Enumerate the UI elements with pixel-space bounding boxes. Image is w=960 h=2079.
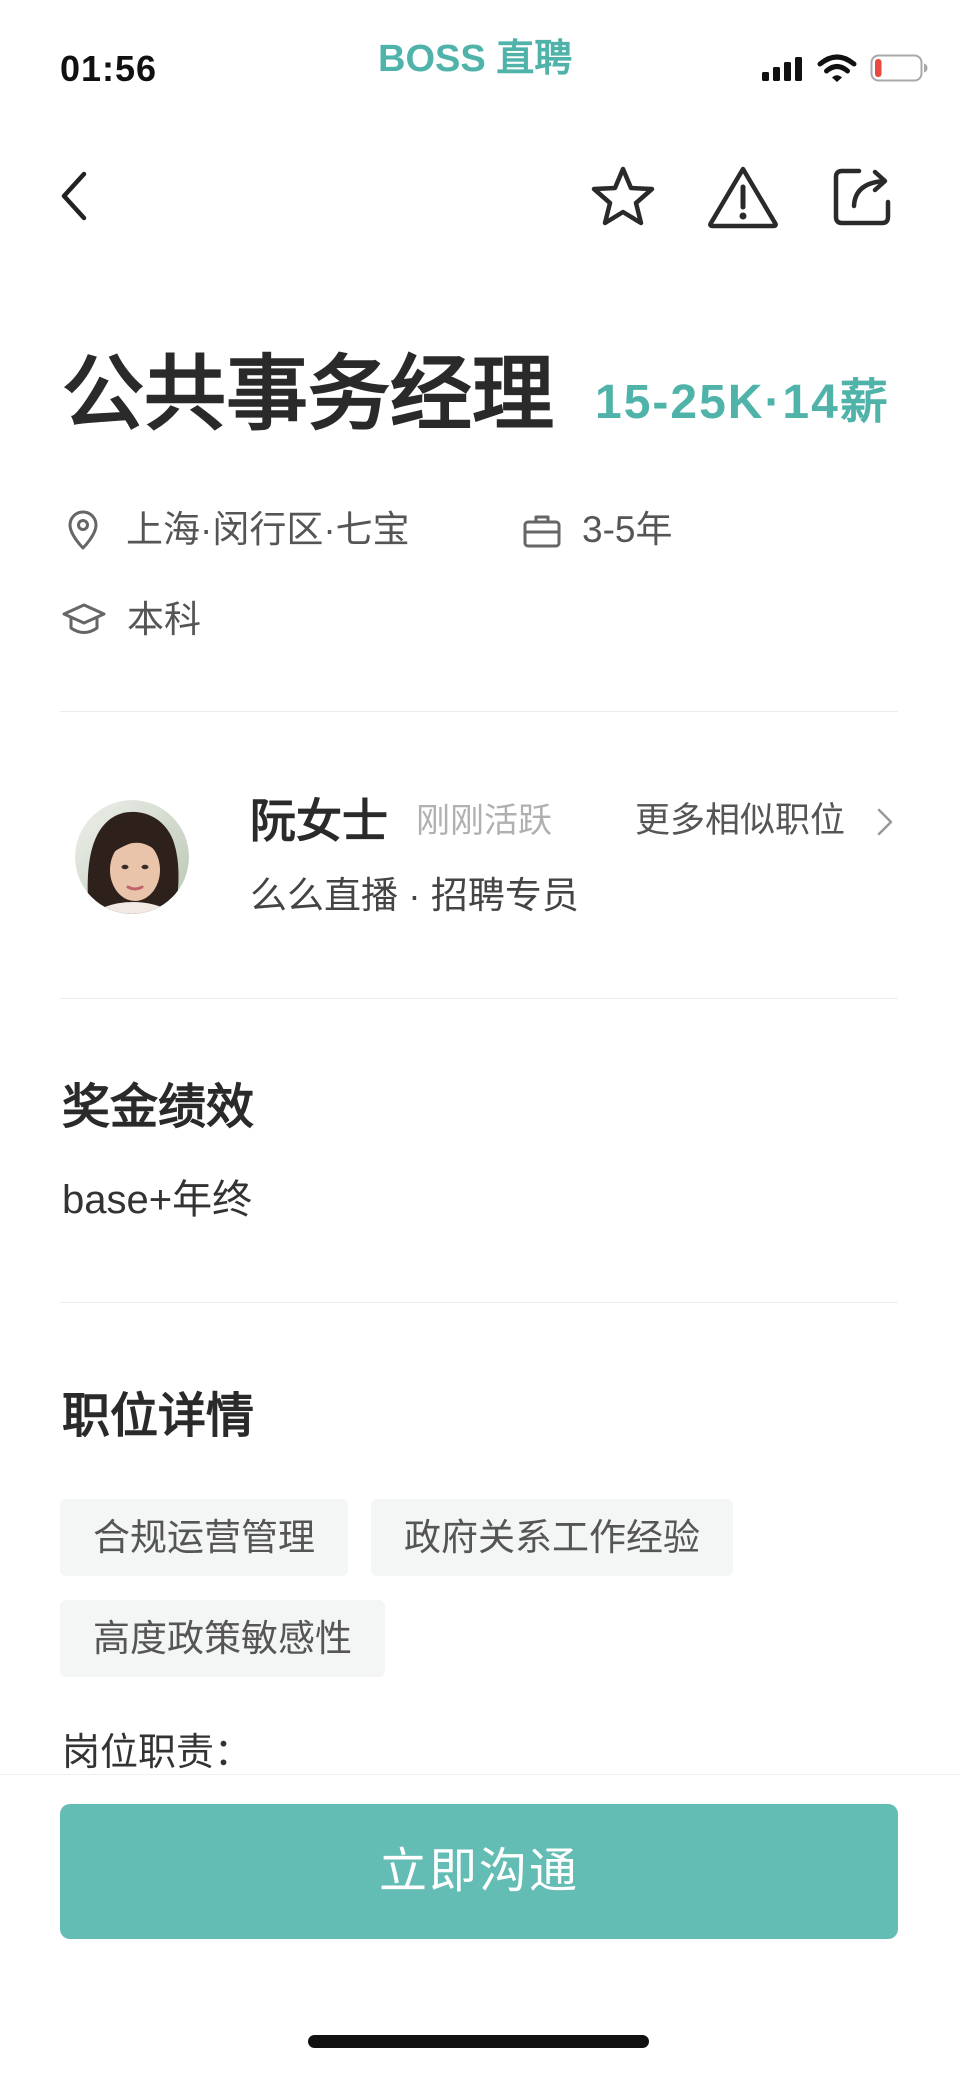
job-location: 上海·闵行区·七宝	[126, 509, 410, 550]
home-indicator[interactable]	[308, 2035, 649, 2048]
divider	[60, 1302, 898, 1303]
share-icon[interactable]	[831, 164, 893, 228]
wifi-icon	[817, 53, 857, 83]
chat-now-button[interactable]: 立即沟通	[60, 1804, 898, 1939]
bonus-heading: 奖金绩效	[62, 1081, 255, 1134]
brand-logo: BOSS 直聘	[378, 38, 573, 80]
skill-tags: 合规运营管理 政府关系工作经验高度政策敏感性	[60, 1499, 898, 1677]
bottom-action-bar: 立即沟通	[0, 1774, 960, 2079]
job-details-heading: 职位详情	[62, 1390, 255, 1443]
briefcase-icon	[522, 513, 562, 549]
responsibilities-label: 岗位职责：	[62, 1732, 253, 1774]
back-button[interactable]	[56, 166, 96, 226]
star-icon[interactable]	[590, 164, 656, 228]
warning-icon[interactable]	[707, 164, 779, 230]
more-similar-jobs-link[interactable]: 更多相似职位	[635, 800, 845, 842]
status-time: 01:56	[60, 48, 158, 89]
recruiter-company-role: 么么直播 · 招聘专员	[250, 875, 579, 916]
recruiter-activity-status: 刚刚活跃	[416, 802, 552, 840]
job-title: 公共事务经理	[62, 349, 555, 440]
avatar[interactable]	[75, 800, 189, 914]
favorite-button[interactable]	[590, 164, 656, 228]
divider	[60, 998, 898, 999]
chevron-right-icon[interactable]	[876, 807, 894, 837]
chevron-left-icon[interactable]	[56, 166, 96, 226]
skill-tag: 高度政策敏感性	[60, 1600, 385, 1677]
report-button[interactable]	[707, 164, 779, 230]
bonus-content: base+年终	[62, 1178, 253, 1222]
salary-range: 15-25K·14薪	[595, 376, 890, 429]
job-education: 本科	[127, 599, 201, 640]
share-button[interactable]	[831, 164, 893, 228]
recruiter-name: 阮女士	[250, 795, 388, 847]
location-pin-icon	[66, 509, 100, 551]
cellular-signal-icon	[762, 57, 802, 81]
recruiter-card[interactable]: 阮女士 刚刚活跃 更多相似职位 么么直播 · 招聘专员	[60, 712, 898, 998]
skill-tag: 合规运营管理	[60, 1499, 348, 1576]
skill-tag: 政府关系工作经验	[371, 1499, 733, 1576]
job-experience: 3-5年	[582, 509, 673, 550]
battery-level-fill	[875, 59, 882, 77]
battery-icon	[870, 54, 928, 82]
graduation-cap-icon	[61, 601, 107, 639]
